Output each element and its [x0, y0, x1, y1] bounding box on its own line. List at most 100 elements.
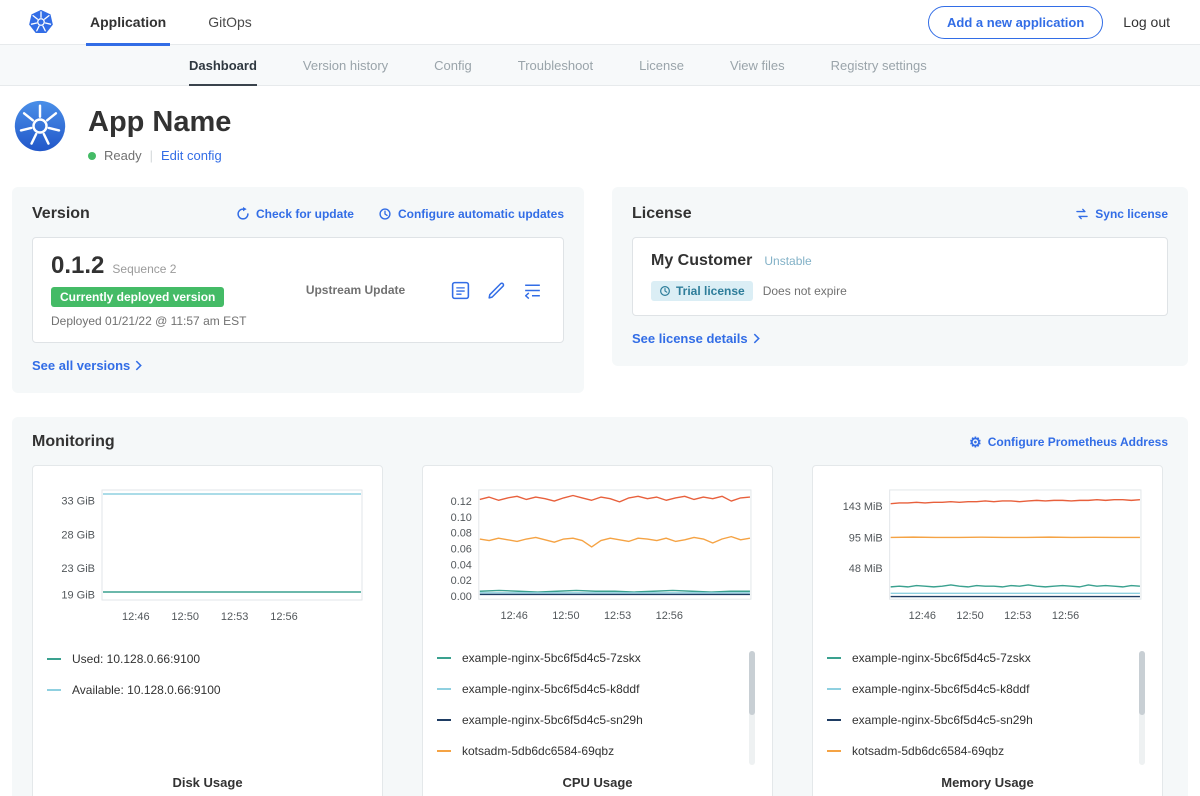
y-axis-label: 0.02	[451, 575, 472, 587]
sync-arrows-icon	[1075, 207, 1089, 221]
logout-link[interactable]: Log out	[1123, 14, 1170, 30]
trial-clock-icon	[659, 285, 671, 297]
status-ready-dot	[88, 152, 96, 160]
subnav-label: Version history	[303, 58, 388, 73]
legend-color-dash	[827, 719, 841, 721]
y-axis-label: 143 MiB	[843, 501, 883, 513]
refresh-icon	[236, 207, 250, 221]
legend-color-dash	[437, 657, 451, 659]
plot-area	[890, 490, 1141, 599]
subnav-item-config[interactable]: Config	[411, 45, 495, 85]
app-header: App Name Ready | Edit config	[0, 86, 1200, 183]
license-card: My Customer Unstable Trial license Does …	[632, 237, 1168, 316]
legend-label: example-nginx-5bc6f5d4c5-sn29h	[462, 713, 643, 727]
check-for-update-label: Check for update	[256, 207, 354, 221]
subnav-label: License	[639, 58, 684, 73]
legend-item: Available: 10.128.0.66:9100	[47, 683, 350, 697]
legend-item: kotsadm-5db6dc6584-69qbz	[827, 744, 1130, 758]
subnav-item-registry-settings[interactable]: Registry settings	[808, 45, 950, 85]
y-axis-label: 28 GiB	[61, 529, 95, 541]
plot-area	[102, 490, 362, 600]
deployed-timestamp: Deployed 01/21/22 @ 11:57 am EST	[51, 314, 263, 328]
legend-item: example-nginx-5bc6f5d4c5-sn29h	[827, 713, 1130, 727]
y-axis-label: 0.08	[451, 528, 472, 540]
x-axis-label: 12:56	[656, 610, 683, 622]
memory-usage-legend: example-nginx-5bc6f5d4c5-7zskx example-ng…	[827, 651, 1148, 775]
chart-title: Memory Usage	[827, 775, 1148, 794]
legend-item: kotsadm-5db6dc6584-69qbz	[437, 744, 740, 758]
configure-automatic-updates-label: Configure automatic updates	[398, 207, 564, 221]
plot-area	[479, 490, 751, 599]
subnav-label: Config	[434, 58, 472, 73]
license-customer-name: My Customer	[651, 252, 752, 270]
legend-color-dash	[437, 750, 451, 752]
legend-scrollbar[interactable]	[749, 651, 755, 765]
chart-card-cpu-usage: 0.000.020.040.060.080.100.1212:4612:5012…	[422, 465, 773, 796]
legend-scrollbar-thumb[interactable]	[749, 651, 755, 715]
x-axis-label: 12:46	[122, 611, 150, 623]
sync-license-button[interactable]: Sync license	[1075, 207, 1168, 221]
configure-prometheus-button[interactable]: ⚙ Configure Prometheus Address	[969, 435, 1168, 449]
view-diff-button[interactable]	[520, 278, 545, 303]
see-all-versions-link[interactable]: See all versions	[32, 358, 142, 373]
legend-label: example-nginx-5bc6f5d4c5-k8ddf	[462, 682, 639, 696]
page-title: App Name	[88, 106, 231, 139]
tab-application[interactable]: Application	[90, 0, 166, 45]
x-axis-label: 12:56	[270, 611, 298, 623]
legend-color-dash	[827, 750, 841, 752]
subnav-item-license[interactable]: License	[616, 45, 707, 85]
x-axis-label: 12:53	[221, 611, 249, 623]
release-notes-button[interactable]	[448, 278, 473, 303]
kubernetes-logo-icon	[28, 9, 54, 35]
add-new-application-button[interactable]: Add a new application	[928, 6, 1103, 39]
legend-color-dash	[47, 689, 61, 691]
y-axis-label: 95 MiB	[849, 532, 883, 544]
clock-icon	[378, 207, 392, 221]
legend-label: example-nginx-5bc6f5d4c5-sn29h	[852, 713, 1033, 727]
gear-icon: ⚙	[969, 435, 982, 449]
legend-color-dash	[827, 688, 841, 690]
subnav-label: View files	[730, 58, 785, 73]
legend-item: example-nginx-5bc6f5d4c5-k8ddf	[827, 682, 1130, 696]
edit-config-version-button[interactable]	[484, 278, 509, 303]
tab-gitops[interactable]: GitOps	[208, 0, 252, 45]
legend-color-dash	[437, 688, 451, 690]
upstream-update-label: Upstream Update	[263, 283, 448, 297]
legend-scrollbar[interactable]	[1139, 651, 1145, 765]
x-axis-label: 12:53	[1004, 610, 1031, 622]
subnav-item-troubleshoot[interactable]: Troubleshoot	[495, 45, 616, 85]
license-panel: License Sync license My Customer Unstabl…	[612, 187, 1188, 366]
x-axis-label: 12:50	[552, 610, 579, 622]
see-license-details-link[interactable]: See license details	[632, 331, 760, 346]
legend-label: example-nginx-5bc6f5d4c5-k8ddf	[852, 682, 1029, 696]
y-axis-label: 0.00	[451, 591, 472, 603]
edit-config-link[interactable]: Edit config	[161, 148, 222, 163]
monitoring-title: Monitoring	[32, 433, 115, 451]
configure-automatic-updates-button[interactable]: Configure automatic updates	[378, 207, 564, 221]
trial-license-label: Trial license	[676, 284, 745, 298]
subnav-label: Troubleshoot	[518, 58, 593, 73]
x-axis-label: 12:50	[956, 610, 983, 622]
check-for-update-button[interactable]: Check for update	[236, 207, 354, 221]
chart-card-disk-usage: 19 GiB23 GiB28 GiB33 GiB12:4612:5012:531…	[32, 465, 383, 796]
diff-lines-icon	[522, 280, 543, 301]
legend-item: example-nginx-5bc6f5d4c5-7zskx	[437, 651, 740, 665]
legend-scrollbar-thumb[interactable]	[1139, 651, 1145, 715]
cpu-usage-legend: example-nginx-5bc6f5d4c5-7zskx example-ng…	[437, 651, 758, 775]
see-all-versions-label: See all versions	[32, 358, 130, 373]
legend-label: example-nginx-5bc6f5d4c5-7zskx	[852, 651, 1031, 665]
subnav-item-dashboard[interactable]: Dashboard	[166, 45, 280, 85]
legend-label: kotsadm-5db6dc6584-69qbz	[852, 744, 1004, 758]
chart-title: CPU Usage	[437, 775, 758, 794]
legend-item: Used: 10.128.0.66:9100	[47, 652, 350, 666]
subnav-item-version-history[interactable]: Version history	[280, 45, 411, 85]
subnav-item-view-files[interactable]: View files	[707, 45, 808, 85]
legend-label: kotsadm-5db6dc6584-69qbz	[462, 744, 614, 758]
y-axis-label: 23 GiB	[61, 563, 95, 575]
subnav-label: Dashboard	[189, 58, 257, 73]
app-subnav: Dashboard Version history Config Trouble…	[0, 45, 1200, 86]
x-axis-label: 12:53	[604, 610, 631, 622]
chevron-right-icon	[135, 360, 142, 371]
license-expiry-text: Does not expire	[763, 284, 847, 298]
app-logo-icon	[14, 100, 66, 163]
